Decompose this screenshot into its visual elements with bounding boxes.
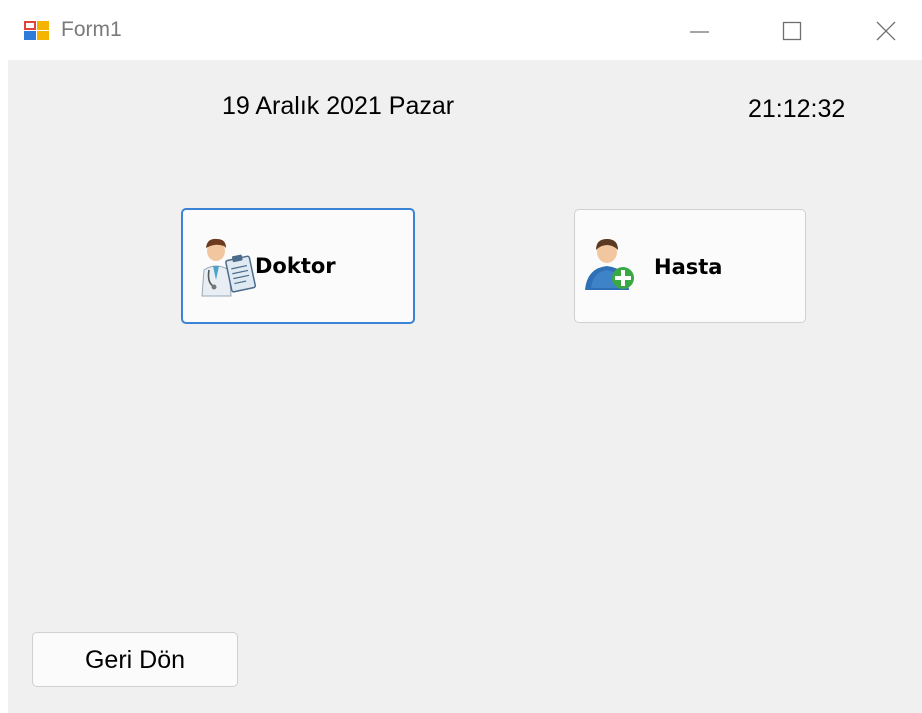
form-client-area: 19 Aralık 2021 Pazar 21:12:32 Doktor Has… xyxy=(8,60,922,713)
minimize-icon xyxy=(690,31,709,33)
maximize-button[interactable] xyxy=(768,10,818,50)
add-patient-icon xyxy=(583,234,639,299)
geri-don-button[interactable]: Geri Dön xyxy=(32,632,238,687)
date-label: 19 Aralık 2021 Pazar xyxy=(222,92,455,120)
hasta-button[interactable]: Hasta xyxy=(574,209,806,323)
doctor-icon xyxy=(197,236,259,305)
title-bar[interactable]: Form1 xyxy=(0,0,922,60)
doktor-button[interactable]: Doktor xyxy=(181,208,415,324)
close-icon xyxy=(876,21,896,41)
app-icon[interactable] xyxy=(24,21,50,41)
doktor-label: Doktor xyxy=(255,254,336,278)
minimize-button[interactable] xyxy=(673,10,723,50)
window-title: Form1 xyxy=(61,18,122,41)
time-label: 21:12:32 xyxy=(748,95,846,123)
close-button[interactable] xyxy=(862,10,912,50)
maximize-icon xyxy=(782,21,802,41)
geri-don-label: Geri Dön xyxy=(84,646,186,674)
hasta-label: Hasta xyxy=(654,255,723,279)
